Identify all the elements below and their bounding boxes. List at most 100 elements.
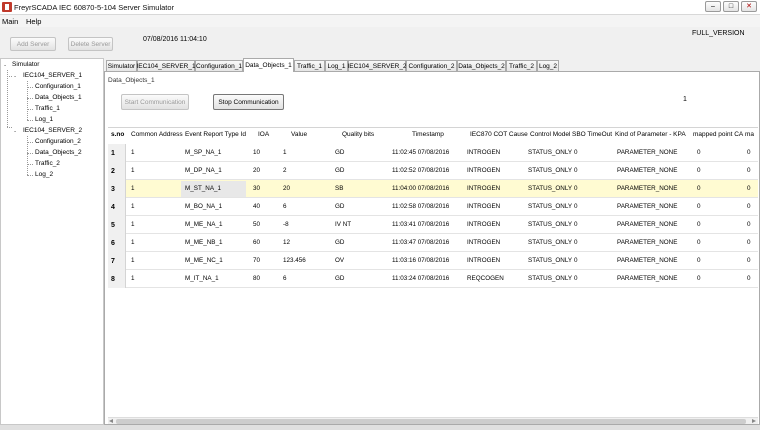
menu-help[interactable]: Help <box>26 17 41 26</box>
row-number[interactable]: 1 <box>108 144 126 162</box>
row-number[interactable]: 4 <box>108 198 126 216</box>
cell-sbo-timeout: 0 <box>574 185 578 192</box>
tree-item-server-2[interactable]: IEC104_SERVER_2 <box>23 127 82 134</box>
cell-mapped: 0 <box>747 239 751 246</box>
column-header[interactable]: s.no <box>111 131 124 138</box>
menu-main[interactable]: Main <box>2 17 18 26</box>
cell-value[interactable]: 1 <box>283 149 287 156</box>
cell-value[interactable]: 20 <box>283 185 290 192</box>
title-bar: FreyrSCADA IEC 60870-5-104 Server Simula… <box>0 0 760 15</box>
column-header[interactable]: Value <box>291 131 307 138</box>
row-number[interactable]: 6 <box>108 234 126 252</box>
column-header[interactable]: Control Model <box>530 131 570 138</box>
minimize-button[interactable]: – <box>705 1 721 12</box>
row-number[interactable]: 8 <box>108 270 126 288</box>
cell-mapped-ca: 0 <box>697 275 701 282</box>
column-header[interactable]: Kind of Parameter - KPA <box>615 131 686 138</box>
tree-collapse-toggle[interactable]: - <box>14 73 16 80</box>
cell-ioa: 10 <box>253 149 261 156</box>
table-row[interactable]: 2 1 M_DP_NA_1 20 2 GD 11:02:52 07/08/201… <box>108 162 758 180</box>
cell-control-model: STATUS_ONLY <box>528 203 573 210</box>
cell-value[interactable]: 6 <box>283 203 287 210</box>
cell-ioa: 60 <box>253 239 261 246</box>
column-header[interactable]: Common Address <box>131 131 183 138</box>
tree-item-traffic-2[interactable]: Traffic_2 <box>35 160 60 167</box>
tree-item-configuration-2[interactable]: Configuration_2 <box>35 138 81 145</box>
cell-sbo-timeout: 0 <box>574 221 578 228</box>
tab-data-objects-1[interactable]: Data_Objects_1 <box>243 58 294 72</box>
cell-cot-cause: INTROGEN <box>467 221 501 228</box>
row-number[interactable]: 2 <box>108 162 126 180</box>
cell-common-address: 1 <box>131 257 135 264</box>
data-objects-panel: Data_Objects_1 Start Communication Stop … <box>104 71 760 425</box>
horizontal-scrollbar[interactable] <box>108 417 758 424</box>
column-header[interactable]: IEC870 COT Cause <box>470 131 528 138</box>
add-server-button[interactable]: Add Server <box>10 37 56 51</box>
tab-bar: Simulator IEC104_SERVER_1 Configuration_… <box>104 58 760 72</box>
tree-connector <box>27 164 33 165</box>
cell-quality-bits: GD <box>335 275 345 282</box>
tree-connector <box>27 175 33 176</box>
cell-cot-cause: INTROGEN <box>467 167 501 174</box>
table-row[interactable]: 1 1 M_SP_NA_1 10 1 GD 11:02:45 07/08/201… <box>108 144 758 162</box>
cell-value[interactable]: 12 <box>283 239 290 246</box>
tree-item-server-1[interactable]: IEC104_SERVER_1 <box>23 72 82 79</box>
table-row-selected[interactable]: 3 1 M_ST_NA_1 30 20 SB 11:04:00 07/08/20… <box>108 180 758 198</box>
scroll-left-arrow-icon[interactable] <box>109 419 113 423</box>
cell-value[interactable]: 6 <box>283 275 287 282</box>
cell-mapped-ca: 0 <box>697 257 701 264</box>
tree-collapse-toggle[interactable]: - <box>4 62 6 69</box>
tree-collapse-toggle[interactable]: - <box>14 128 16 135</box>
cell-sbo-timeout: 0 <box>574 275 578 282</box>
stop-communication-button[interactable]: Stop Communication <box>213 94 284 110</box>
cell-mapped: 0 <box>747 167 751 174</box>
row-number[interactable]: 3 <box>108 180 126 198</box>
column-header[interactable]: IOA <box>258 131 269 138</box>
column-header[interactable]: ma <box>745 131 754 138</box>
tree-item-log-1[interactable]: Log_1 <box>35 116 53 123</box>
delete-server-button[interactable]: Delete Server <box>68 37 113 51</box>
column-header[interactable]: Timestamp <box>412 131 444 138</box>
cell-common-address: 1 <box>131 149 135 156</box>
tree-item-data-objects-1[interactable]: Data_Objects_1 <box>35 94 82 101</box>
close-button[interactable]: ✕ <box>741 1 757 12</box>
tree-item-data-objects-2[interactable]: Data_Objects_2 <box>35 149 82 156</box>
column-header[interactable]: SBO TimeOut <box>572 131 612 138</box>
tree-item-simulator[interactable]: Simulator <box>12 61 39 68</box>
table-row[interactable]: 4 1 M_BO_NA_1 40 6 GD 11:02:58 07/08/201… <box>108 198 758 216</box>
start-communication-button[interactable]: Start Communication <box>121 94 189 110</box>
tree-item-traffic-1[interactable]: Traffic_1 <box>35 105 60 112</box>
cell-value[interactable]: -8 <box>283 221 289 228</box>
cell-value[interactable]: 2 <box>283 167 287 174</box>
tree-item-log-2[interactable]: Log_2 <box>35 171 53 178</box>
table-row[interactable]: 7 1 M_ME_NC_1 70 123.456 OV 11:03:16 07/… <box>108 252 758 270</box>
column-header[interactable]: Quality bits <box>342 131 374 138</box>
maximize-button[interactable]: □ <box>723 1 739 12</box>
tree-item-configuration-1[interactable]: Configuration_1 <box>35 83 81 90</box>
cell-quality-bits: GD <box>335 167 345 174</box>
version-label: FULL_VERSION <box>692 30 745 37</box>
cell-mapped: 0 <box>747 221 751 228</box>
column-header[interactable]: Event Report Type Id <box>185 131 246 138</box>
cell-control-model: STATUS_ONLY <box>528 239 573 246</box>
current-datetime: 07/08/2016 11:04:10 <box>143 36 207 43</box>
cell-kpa: PARAMETER_NONE <box>617 203 678 210</box>
table-row[interactable]: 6 1 M_ME_NB_1 60 12 GD 11:03:47 07/08/20… <box>108 234 758 252</box>
cell-timestamp: 11:03:16 07/08/2016 <box>392 257 450 264</box>
tree-connector <box>27 120 33 121</box>
scroll-right-arrow-icon[interactable] <box>752 419 756 423</box>
tree-connector <box>27 98 33 99</box>
tree-connector <box>27 153 33 154</box>
cell-value[interactable]: 123.456 <box>283 257 306 264</box>
table-row[interactable]: 5 1 M_ME_NA_1 50 -8 IV NT 11:03:41 07/08… <box>108 216 758 234</box>
cell-mapped-ca: 0 <box>697 203 701 210</box>
cell-ioa: 40 <box>253 203 261 210</box>
row-number[interactable]: 7 <box>108 252 126 270</box>
row-number[interactable]: 5 <box>108 216 126 234</box>
cell-control-model: STATUS_ONLY <box>528 221 573 228</box>
scrollbar-thumb[interactable] <box>116 419 746 424</box>
cell-sbo-timeout: 0 <box>574 149 578 156</box>
column-header[interactable]: mapped point CA <box>693 131 743 138</box>
cell-kpa: PARAMETER_NONE <box>617 167 678 174</box>
table-row[interactable]: 8 1 M_IT_NA_1 80 6 GD 11:03:24 07/08/201… <box>108 270 758 288</box>
